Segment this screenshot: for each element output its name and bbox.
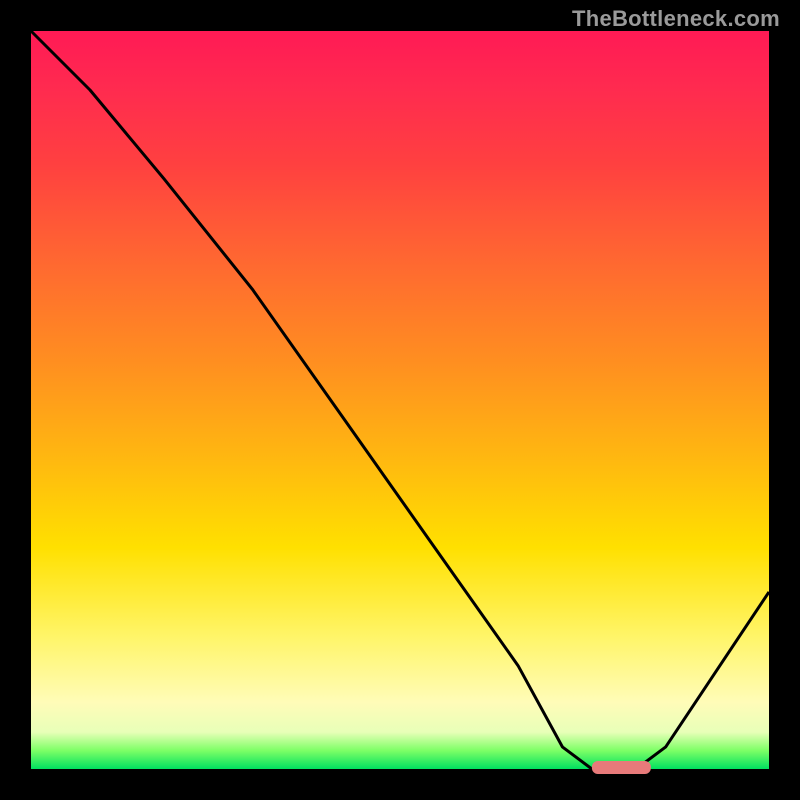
chart-frame: TheBottleneck.com (0, 0, 800, 800)
optimal-marker (592, 761, 651, 774)
watermark-text: TheBottleneck.com (572, 6, 780, 32)
bottleneck-curve (31, 31, 769, 769)
curve-overlay (31, 31, 769, 769)
